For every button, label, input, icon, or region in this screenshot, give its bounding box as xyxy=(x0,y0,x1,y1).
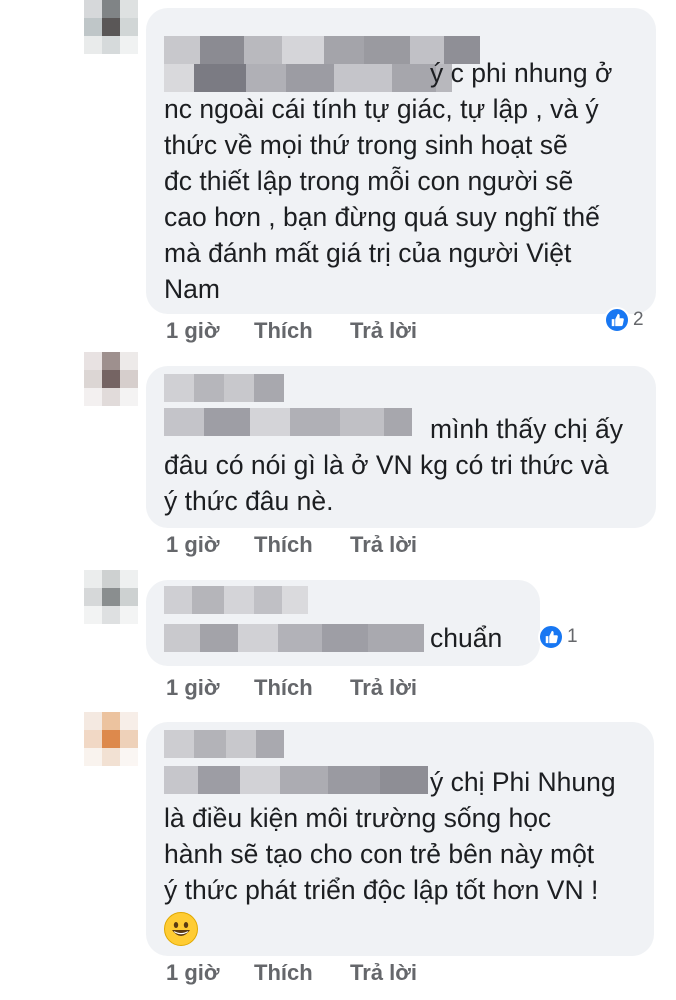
comment-text-line: mình thấy chị ấy xyxy=(430,414,623,444)
author-name-blurred-row2 xyxy=(164,766,428,794)
comment-text-line: đc thiết lập trong mỗi con người sẽ xyxy=(164,166,574,196)
comment-bubble: mình thấy chị ấy đâu có nói gì là ở VN k… xyxy=(146,366,656,528)
author-name-blurred-row2 xyxy=(164,624,424,652)
comment-text-line: thức về mọi thứ trong sinh hoạt sẽ xyxy=(164,130,568,160)
like-button[interactable]: Thích xyxy=(254,960,313,986)
like-button[interactable]: Thích xyxy=(254,318,313,344)
comment-text-line: ý thức phát triển độc lập tốt hơn VN ! xyxy=(164,875,599,905)
author-name-blurred-row2 xyxy=(164,408,412,436)
comment-bubble: ý c phi nhung ở nc ngoài cái tính tự giá… xyxy=(146,8,656,314)
comment-text-line: là điều kiện môi trường sống học xyxy=(164,803,552,833)
thumbs-up-icon xyxy=(538,624,564,650)
author-name-blurred[interactable] xyxy=(164,586,308,614)
comment-text-line: đâu có nói gì là ở VN kg có tri thức và xyxy=(164,450,609,480)
thumbs-up-icon xyxy=(604,307,630,333)
timestamp[interactable]: 1 giờ xyxy=(166,318,220,344)
author-name-blurred[interactable] xyxy=(164,374,284,402)
author-name-blurred-row2 xyxy=(164,64,452,92)
comment-text-line: cao hơn , bạn đừng quá suy nghĩ thế xyxy=(164,202,600,232)
timestamp[interactable]: 1 giờ xyxy=(166,532,220,558)
comment-text-line: nc ngoài cái tính tự giác, tự lập , và ý xyxy=(164,94,599,124)
comment-text-line: Nam xyxy=(164,274,220,304)
comment-bubble: chuẩn xyxy=(146,580,540,666)
reply-button[interactable]: Trả lời xyxy=(350,532,417,558)
comment-text-line: ý c phi nhung ở xyxy=(430,58,613,88)
reply-button[interactable]: Trả lời xyxy=(350,318,417,344)
comment-text-line: hành sẽ tạo cho con trẻ bên này một xyxy=(164,839,595,869)
reaction-count[interactable]: 1 xyxy=(538,624,578,650)
comment-text-line: ý chị Phi Nhung xyxy=(430,767,616,797)
comment-bubble: ý chị Phi Nhung là điều kiện môi trường … xyxy=(146,722,654,956)
author-name-blurred[interactable] xyxy=(164,730,284,758)
comment-text-line: chuẩn xyxy=(430,623,503,653)
avatar[interactable] xyxy=(84,712,138,766)
reply-button[interactable]: Trả lời xyxy=(350,960,417,986)
reply-button[interactable]: Trả lời xyxy=(350,675,417,701)
avatar[interactable] xyxy=(84,0,138,54)
comment-text-line: ý thức đâu nè. xyxy=(164,486,334,516)
reaction-count-value: 2 xyxy=(633,309,644,330)
grinning-face-emoji xyxy=(164,912,198,946)
comment-text-line: mà đánh mất giá trị của người Việt xyxy=(164,238,572,268)
reaction-count[interactable]: 2 xyxy=(604,307,644,333)
timestamp[interactable]: 1 giờ xyxy=(166,960,220,986)
timestamp[interactable]: 1 giờ xyxy=(166,675,220,701)
avatar[interactable] xyxy=(84,570,138,624)
avatar[interactable] xyxy=(84,352,138,406)
reaction-count-value: 1 xyxy=(567,626,578,647)
like-button[interactable]: Thích xyxy=(254,675,313,701)
like-button[interactable]: Thích xyxy=(254,532,313,558)
